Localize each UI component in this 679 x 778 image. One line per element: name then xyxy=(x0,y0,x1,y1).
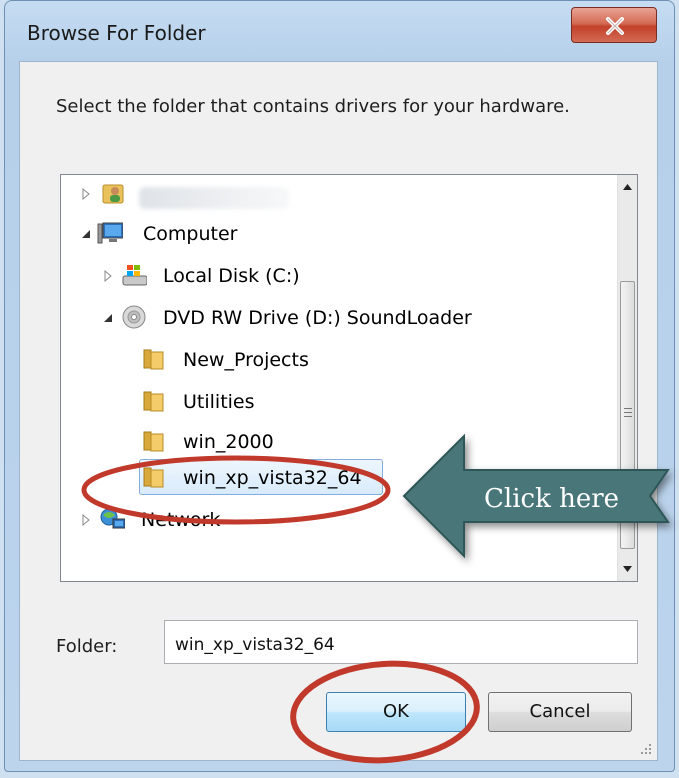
network-icon xyxy=(100,508,125,529)
user-folder-icon xyxy=(102,184,124,204)
thumb-grip xyxy=(624,416,632,417)
close-button[interactable] xyxy=(571,7,657,43)
folder-label: Folder: xyxy=(56,636,118,657)
tree-item-folder[interactable]: win_2000 xyxy=(61,423,601,459)
tree-item-label: Computer xyxy=(143,223,238,245)
tree-item-label: New_Projects xyxy=(183,349,309,371)
tree-scrollbar[interactable] xyxy=(617,175,637,581)
thumb-grip xyxy=(624,412,632,413)
tree-item-label: DVD RW Drive (D:) SoundLoader xyxy=(163,307,472,329)
tree-item-computer[interactable]: Computer xyxy=(61,215,601,251)
title-bar: Browse For Folder xyxy=(5,1,674,61)
tree-item-local-disk[interactable]: Local Disk (C:) xyxy=(61,257,601,293)
tree-item-selected-folder[interactable]: win_xp_vista32_64 xyxy=(61,459,601,495)
tree-item-user[interactable] xyxy=(61,175,601,211)
window-title: Browse For Folder xyxy=(27,21,206,45)
tree-item-label: Network xyxy=(141,509,221,531)
local-disk-icon xyxy=(122,265,147,286)
tree-item-label: Local Disk (C:) xyxy=(163,265,300,287)
folder-icon xyxy=(143,391,164,412)
browse-folder-dialog: Browse For Folder Select the folder that… xyxy=(4,0,675,772)
expand-arrow-icon[interactable] xyxy=(81,188,91,200)
tree-item-network[interactable]: Network xyxy=(61,501,601,537)
instruction-text: Select the folder that contains drivers … xyxy=(56,96,570,117)
scroll-down-button[interactable] xyxy=(618,557,637,581)
expand-arrow-icon[interactable] xyxy=(81,514,91,526)
scroll-up-arrow-icon xyxy=(623,184,632,190)
tree-item-folder[interactable]: Utilities xyxy=(61,383,601,419)
tree-item-label: win_2000 xyxy=(183,431,274,453)
folder-tree[interactable]: Computer Local Disk (C:) DVD RW Drive (D… xyxy=(60,174,638,582)
tree-item-folder[interactable]: New_Projects xyxy=(61,341,601,377)
close-icon xyxy=(606,17,624,35)
scroll-up-button[interactable] xyxy=(618,175,637,199)
cancel-button[interactable]: Cancel xyxy=(488,692,632,732)
scroll-thumb[interactable] xyxy=(620,281,635,549)
thumb-grip xyxy=(624,408,632,409)
redacted-label xyxy=(139,187,289,209)
collapse-arrow-icon[interactable] xyxy=(103,312,113,324)
tree-item-dvd-drive[interactable]: DVD RW Drive (D:) SoundLoader xyxy=(61,299,601,335)
resize-grip-icon[interactable] xyxy=(639,742,653,756)
folder-path-input[interactable] xyxy=(164,620,638,664)
ok-button[interactable]: OK xyxy=(326,692,466,732)
dvd-drive-icon xyxy=(122,305,146,329)
expand-arrow-icon[interactable] xyxy=(103,270,113,282)
folder-icon xyxy=(143,467,164,488)
dialog-body: Select the folder that contains drivers … xyxy=(19,61,658,761)
tree-item-label: win_xp_vista32_64 xyxy=(183,467,362,489)
computer-icon xyxy=(97,222,123,244)
scroll-down-arrow-icon xyxy=(623,566,632,572)
collapse-arrow-icon[interactable] xyxy=(81,228,91,240)
folder-icon xyxy=(143,349,164,370)
folder-icon xyxy=(143,431,164,452)
tree-item-label: Utilities xyxy=(183,391,255,413)
